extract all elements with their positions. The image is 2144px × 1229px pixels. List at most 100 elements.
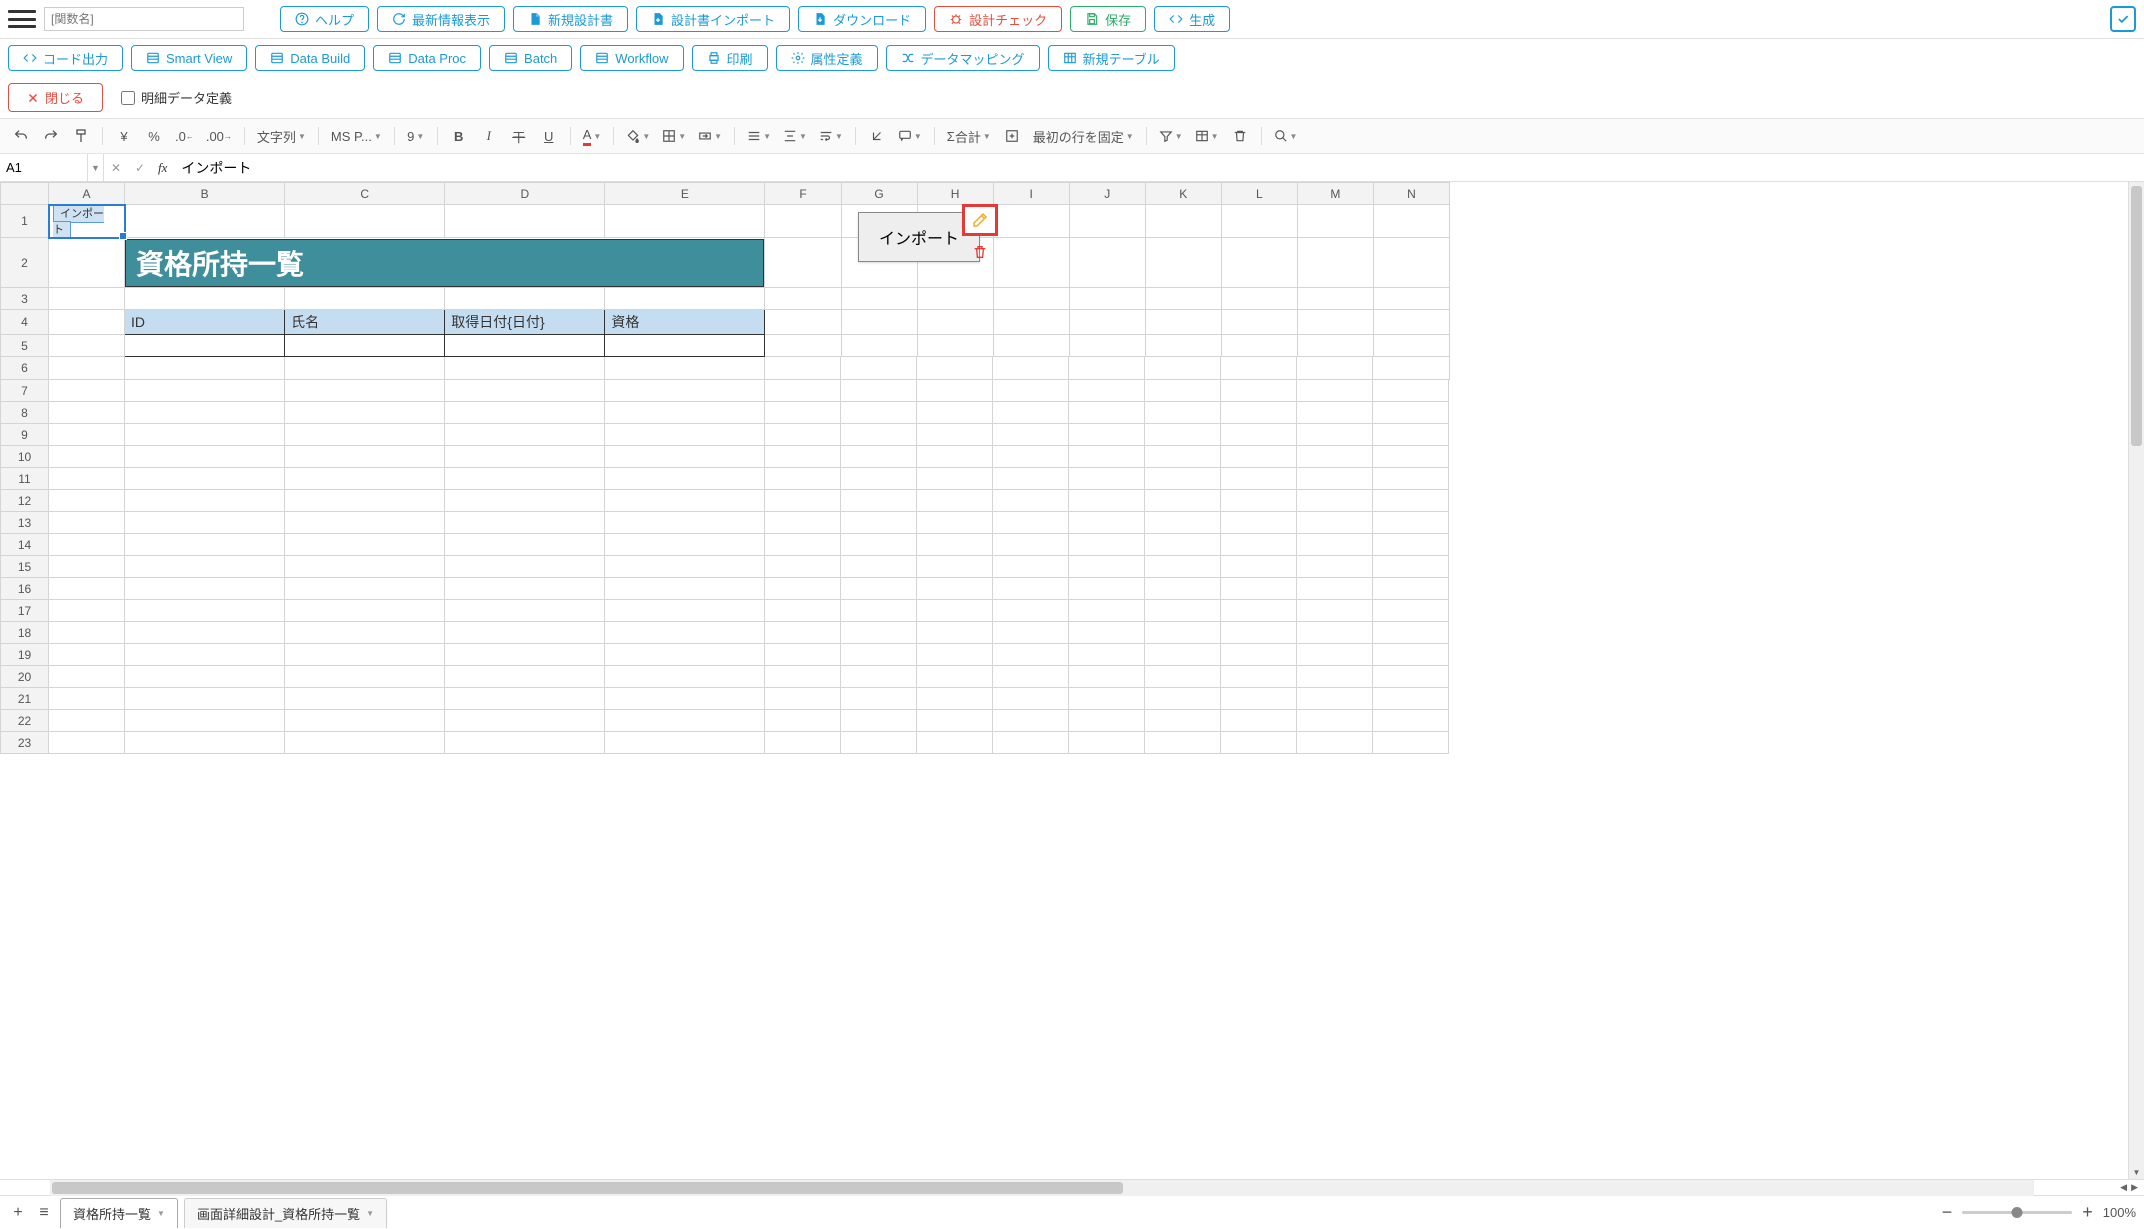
- cell[interactable]: [49, 446, 125, 468]
- cell[interactable]: [1145, 556, 1221, 578]
- cell[interactable]: [765, 238, 841, 288]
- cell[interactable]: [125, 578, 285, 600]
- bold-button[interactable]: B: [446, 123, 472, 149]
- cell[interactable]: [1221, 402, 1297, 424]
- cell[interactable]: [605, 644, 765, 666]
- cell[interactable]: [125, 380, 285, 402]
- cell[interactable]: [445, 534, 605, 556]
- cell[interactable]: [1221, 238, 1297, 288]
- table-cell[interactable]: [285, 335, 445, 357]
- cell[interactable]: [1221, 688, 1297, 710]
- cell[interactable]: [125, 490, 285, 512]
- cell[interactable]: [285, 490, 445, 512]
- cell[interactable]: [1221, 468, 1297, 490]
- cell[interactable]: [993, 288, 1069, 310]
- title-banner-cell[interactable]: 資格所持一覧: [125, 238, 765, 288]
- cell[interactable]: [1069, 512, 1145, 534]
- cell[interactable]: [1069, 335, 1145, 357]
- cell[interactable]: [1297, 710, 1373, 732]
- select-all-cell[interactable]: [1, 183, 49, 205]
- cell[interactable]: [993, 380, 1069, 402]
- cell[interactable]: [605, 205, 765, 238]
- cell[interactable]: [1069, 288, 1145, 310]
- cell[interactable]: [917, 534, 993, 556]
- cell[interactable]: [1069, 446, 1145, 468]
- close-button[interactable]: 閉じる: [8, 83, 103, 112]
- cell[interactable]: [1221, 512, 1297, 534]
- cell[interactable]: [445, 578, 605, 600]
- cell[interactable]: [917, 710, 993, 732]
- col-header[interactable]: H: [917, 183, 993, 205]
- cell[interactable]: [605, 622, 765, 644]
- cell[interactable]: [917, 288, 993, 310]
- cell[interactable]: [1221, 644, 1297, 666]
- col-header[interactable]: G: [841, 183, 917, 205]
- cell[interactable]: [605, 380, 765, 402]
- cell[interactable]: [917, 644, 993, 666]
- percent-button[interactable]: %: [141, 123, 167, 149]
- cell[interactable]: [49, 622, 125, 644]
- vscroll-thumb[interactable]: [2131, 186, 2142, 446]
- cell[interactable]: [993, 335, 1069, 357]
- cell[interactable]: [841, 288, 917, 310]
- cell[interactable]: [285, 402, 445, 424]
- cell[interactable]: [993, 578, 1069, 600]
- cell[interactable]: [1069, 556, 1145, 578]
- cell[interactable]: [993, 512, 1069, 534]
- freeze-button[interactable]: 最初の行を固定▼: [1029, 123, 1138, 149]
- cell[interactable]: [841, 380, 917, 402]
- cell[interactable]: [993, 710, 1069, 732]
- cell[interactable]: [917, 688, 993, 710]
- row-header[interactable]: 11: [1, 468, 49, 490]
- cell[interactable]: [1145, 622, 1221, 644]
- row-header[interactable]: 23: [1, 732, 49, 754]
- clear-button[interactable]: [1227, 123, 1253, 149]
- col-header[interactable]: B: [125, 183, 285, 205]
- cell[interactable]: [917, 600, 993, 622]
- help-button[interactable]: ヘルプ: [280, 6, 369, 32]
- cell[interactable]: [917, 666, 993, 688]
- cell[interactable]: [1221, 490, 1297, 512]
- cell[interactable]: [285, 380, 445, 402]
- cell[interactable]: [285, 732, 445, 754]
- cell[interactable]: [285, 534, 445, 556]
- cell[interactable]: [285, 644, 445, 666]
- cell[interactable]: [993, 600, 1069, 622]
- top-check-badge[interactable]: [2110, 6, 2136, 32]
- rotate-button[interactable]: [864, 123, 890, 149]
- attr-def-button[interactable]: 属性定義: [776, 45, 878, 71]
- cell[interactable]: [1145, 490, 1221, 512]
- font-size-select[interactable]: 9▼: [403, 123, 429, 149]
- cell[interactable]: [1297, 402, 1373, 424]
- col-header[interactable]: K: [1145, 183, 1221, 205]
- cell[interactable]: [765, 490, 841, 512]
- cell[interactable]: [993, 468, 1069, 490]
- strikethrough-button[interactable]: 干: [506, 123, 532, 149]
- new-table-button[interactable]: 新規テーブル: [1048, 45, 1175, 71]
- cell[interactable]: [917, 468, 993, 490]
- redo-button[interactable]: [38, 123, 64, 149]
- cell[interactable]: [1069, 622, 1145, 644]
- cell[interactable]: [1069, 578, 1145, 600]
- cell[interactable]: [285, 424, 445, 446]
- cell[interactable]: [841, 446, 917, 468]
- cell[interactable]: [993, 688, 1069, 710]
- zoom-slider[interactable]: [1962, 1211, 2072, 1214]
- cell[interactable]: [125, 600, 285, 622]
- cell[interactable]: [285, 205, 445, 238]
- cell[interactable]: [765, 402, 841, 424]
- vertical-scrollbar[interactable]: ▲ ▼: [2128, 182, 2144, 1179]
- cell[interactable]: [765, 512, 841, 534]
- underline-button[interactable]: U: [536, 123, 562, 149]
- cell[interactable]: [841, 402, 917, 424]
- cell[interactable]: [841, 600, 917, 622]
- cell[interactable]: [445, 468, 605, 490]
- data-mapping-button[interactable]: データマッピング: [886, 45, 1040, 71]
- cell[interactable]: [445, 288, 605, 310]
- horizontal-scrollbar[interactable]: [50, 1180, 2034, 1196]
- cell[interactable]: [1297, 666, 1373, 688]
- cell[interactable]: [285, 600, 445, 622]
- cell[interactable]: [1069, 600, 1145, 622]
- row-header[interactable]: 5: [1, 335, 49, 357]
- borders-button[interactable]: ▼: [658, 123, 690, 149]
